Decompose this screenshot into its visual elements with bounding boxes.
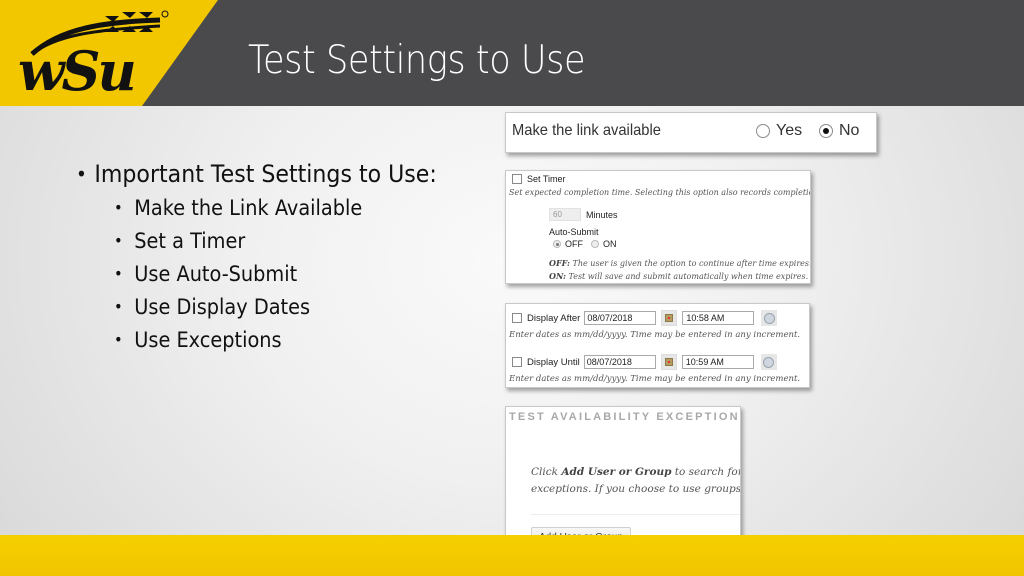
auto-submit-off-label: OFF — [565, 239, 583, 249]
sub-bullet-text: Set a Timer — [134, 228, 246, 253]
radio-yes-label: Yes — [776, 122, 803, 139]
on-description-label: ON: — [549, 271, 566, 281]
bullet-dot-icon: • — [114, 198, 123, 217]
exceptions-panel: TEST AVAILABILITY EXCEPTIONS Click Add U… — [505, 406, 741, 551]
sub-bullet-list: • Make the Link Available • Set a Timer • U… — [114, 191, 468, 356]
off-description: OFF: The user is given the option to con… — [549, 258, 811, 268]
sub-bullet: • Set a Timer — [114, 224, 440, 257]
display-until-checkbox[interactable] — [512, 357, 522, 367]
sub-bullet: • Make the Link Available — [114, 191, 440, 224]
display-after-time-input[interactable]: 10:58 AM — [682, 311, 755, 325]
bullet-main: • Important Test Settings to Use: — [76, 157, 437, 191]
display-until-row: Display Until 08/07/2018 10:59 AM — [512, 354, 777, 370]
display-after-checkbox[interactable] — [512, 313, 522, 323]
minutes-input[interactable]: 60 — [549, 208, 581, 221]
sub-bullet: • Use Auto-Submit — [114, 257, 440, 290]
clock-icon[interactable] — [761, 310, 778, 326]
radio-yes[interactable] — [756, 124, 770, 138]
bullet-main-text: Important Test Settings to Use: — [94, 160, 437, 188]
set-timer-label: Set Timer — [527, 174, 566, 184]
date-format-note: Enter dates as mm/dd/yyyy. Time may be e… — [509, 374, 801, 384]
exceptions-text-prefix: Click — [531, 466, 562, 478]
calendar-icon[interactable] — [661, 310, 678, 326]
timer-panel: Set Timer Set expected completion time. … — [505, 170, 811, 284]
slide-footer-band — [0, 535, 1024, 576]
bullet-dot-icon: • — [114, 297, 123, 316]
minutes-label: Minutes — [586, 209, 618, 220]
radio-no-label: No — [839, 122, 860, 139]
auto-submit-on-radio[interactable] — [591, 240, 599, 248]
timer-note: Set expected completion time. Selecting … — [509, 188, 811, 197]
bullet-list: • Important Test Settings to Use: • Make … — [76, 157, 468, 356]
bullet-dot-icon: • — [114, 231, 123, 250]
link-availability-panel: Make the link available Yes No — [505, 112, 877, 153]
auto-submit-off-radio[interactable] — [553, 240, 561, 248]
slide-title: Test Settings to Use — [248, 38, 586, 83]
minutes-row: 60 Minutes — [549, 208, 618, 221]
set-timer-checkbox[interactable] — [512, 174, 522, 184]
display-until-time-input[interactable]: 10:59 AM — [681, 355, 754, 369]
sub-bullet-text: Use Auto-Submit — [134, 261, 298, 286]
off-description-text: The user is given the option to continue… — [570, 259, 811, 268]
logo-band: wSu — [0, 0, 218, 106]
exceptions-text-line1: Click Add User or Group to search for a — [531, 466, 740, 478]
on-description: ON: Test will save and submit automatica… — [549, 271, 808, 281]
link-availability-label: Make the link available — [512, 122, 661, 139]
bullet-dot-icon: • — [114, 264, 123, 283]
sub-bullet: • Use Display Dates — [114, 290, 440, 323]
off-description-label: OFF: — [549, 258, 570, 268]
set-timer-row[interactable]: Set Timer — [512, 174, 566, 184]
wsu-logo-icon: wSu — [18, 10, 169, 102]
auto-submit-options: OFF ON — [553, 239, 617, 249]
exceptions-text-suffix: to search for a — [674, 466, 740, 478]
display-dates-panel: Display After 08/07/2018 10:58 AM Enter … — [505, 303, 810, 388]
bullet-dot-icon: • — [114, 330, 123, 349]
divider — [531, 514, 740, 515]
exceptions-text-bold: Add User or Group — [561, 466, 672, 478]
exceptions-text-line2: exceptions. If you choose to use groups,… — [531, 483, 741, 495]
on-description-text: Test will save and submit automatically … — [565, 272, 809, 281]
calendar-icon[interactable] — [660, 354, 677, 370]
exceptions-title: TEST AVAILABILITY EXCEPTIONS — [509, 411, 741, 423]
sub-bullet-text: Use Display Dates — [134, 294, 311, 319]
display-after-label: Display After — [527, 312, 581, 324]
bullet-dot-icon: • — [76, 162, 87, 186]
clock-icon[interactable] — [760, 354, 777, 370]
slide-header: wSu Test Settings to Use — [0, 0, 1024, 106]
display-after-row: Display After 08/07/2018 10:58 AM — [512, 310, 778, 326]
auto-submit-on-label: ON — [603, 239, 617, 249]
display-until-date-input[interactable]: 08/07/2018 — [583, 355, 656, 369]
radio-no[interactable] — [819, 124, 833, 138]
sub-bullet-text: Use Exceptions — [134, 327, 282, 352]
date-format-note: Enter dates as mm/dd/yyyy. Time may be e… — [509, 330, 801, 340]
sub-bullet: • Use Exceptions — [114, 323, 440, 356]
display-after-date-input[interactable]: 08/07/2018 — [584, 311, 657, 325]
auto-submit-label: Auto-Submit — [549, 227, 599, 237]
svg-text:wSu: wSu — [18, 39, 134, 102]
display-until-label: Display Until — [527, 356, 580, 368]
link-yes-option[interactable]: Yes — [756, 122, 802, 140]
sub-bullet-text: Make the Link Available — [134, 195, 363, 220]
link-no-option[interactable]: No — [819, 122, 859, 140]
